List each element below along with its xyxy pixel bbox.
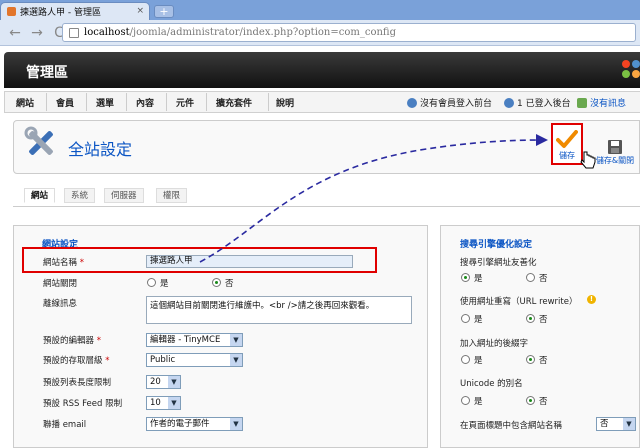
save-close-label: 儲存&關閉 [595,156,635,165]
joomla-favicon-icon [7,7,16,16]
menu-extensions[interactable]: 擴充套件 [216,96,252,109]
menu-divider [268,93,269,111]
url-path: /joomla/administrator/index.php?option=c… [129,27,396,38]
menu-components[interactable]: 元件 [176,96,194,109]
tab-permissions[interactable]: 權限 [156,188,188,203]
rewrite-no-radio[interactable] [526,314,535,323]
sef-no-radio[interactable] [526,273,535,282]
sitename-title-label: 在頁面標題中包含網站名稱 [460,421,563,431]
chevron-down-icon: ▼ [230,418,242,430]
tab-site[interactable]: 網站 [24,188,56,203]
save-button[interactable]: 儲存 [551,123,583,165]
rewrite-label: 使用網址重寫（URL rewrite） [460,297,578,307]
sef-yes-radio[interactable] [461,273,470,282]
site-offline-yes-radio[interactable] [147,278,156,287]
page-title: 全站設定 [68,140,133,159]
yes-label: 是 [474,356,483,366]
page-icon [69,27,79,38]
sitename-title-select[interactable]: 否 ▼ [596,417,636,431]
no-label: 否 [539,315,548,325]
checkmark-icon [556,130,578,148]
access-label: 預設的存取層級 * [43,356,110,366]
offline-message-label: 離線訊息 [43,299,78,309]
tab-title: 揀選路人甲 - 管理區 [20,8,101,18]
messages-status[interactable]: 沒有訊息 [577,96,626,109]
menu-menus[interactable]: 選單 [96,96,114,109]
menu-content[interactable]: 內容 [136,96,154,109]
menu-users[interactable]: 會員 [56,96,74,109]
feed-email-label: 聯播 email [43,420,87,430]
no-label: 否 [539,397,548,407]
menu-site[interactable]: 網站 [16,96,34,109]
no-label: 否 [225,279,234,289]
new-tab-button[interactable]: + [154,5,174,18]
offline-message-textarea[interactable]: 這個網站目前關閉進行維護中。<br />請之後再回來觀看。 [146,296,412,324]
rewrite-yes-radio[interactable] [461,314,470,323]
forward-icon[interactable]: → [30,25,44,41]
chevron-down-icon: ▼ [168,397,180,409]
save-label: 儲存 [559,151,575,160]
feed-limit-select[interactable]: 10 ▼ [146,396,181,410]
list-limit-label: 預設列表長度限制 [43,378,112,388]
tab-close-icon[interactable]: × [136,6,144,16]
suffix-label: 加入網址的後綴字 [460,339,529,349]
admin-header [4,52,640,88]
browser-nav-bar: ← → C localhost/joomla/administrator/ind… [0,20,640,46]
yes-label: 是 [474,274,483,284]
tab-system[interactable]: 系統 [64,188,96,203]
menu-divider [166,93,167,111]
chevron-down-icon: ▼ [623,418,635,430]
user-icon [504,97,514,108]
backend-users-status: 1 已登入後台 [504,96,571,109]
unicode-yes-radio[interactable] [461,396,470,405]
menu-divider [126,93,127,111]
site-offline-label: 網站關閉 [43,279,78,289]
list-limit-select[interactable]: 20 ▼ [146,375,181,389]
unicode-no-radio[interactable] [526,396,535,405]
yes-label: 是 [160,279,169,289]
url-host: localhost [84,27,130,38]
suffix-yes-radio[interactable] [461,355,470,364]
tab-server[interactable]: 伺服器 [104,188,144,203]
floppy-disk-icon [608,140,622,154]
save-close-button[interactable]: 儲存&關閉 [590,126,640,166]
site-name-label: 網站名稱 * [43,258,84,268]
menu-divider [46,93,47,111]
no-label: 否 [539,274,548,284]
address-bar[interactable]: localhost/joomla/administrator/index.php… [62,23,636,42]
browser-tab[interactable]: 揀選路人甲 - 管理區 × [0,2,150,20]
site-offline-no-radio[interactable] [212,278,221,287]
yes-label: 是 [474,315,483,325]
unicode-label: Unicode 的別名 [460,379,523,389]
chevron-down-icon: ▼ [230,354,242,366]
messages-icon [577,97,587,108]
back-icon[interactable]: ← [8,25,22,41]
users-icon [407,97,417,108]
seo-settings-legend: 搜尋引擎優化設定 [460,240,533,250]
joomla-logo-icon [622,60,640,78]
frontend-users-status: 沒有會員登入前台 [407,96,492,109]
editor-label: 預設的編輯器 * [43,336,101,346]
menu-divider [86,93,87,111]
chevron-down-icon: ▼ [230,334,242,346]
editor-select[interactable]: 編輯器 - TinyMCE ▼ [146,333,243,347]
feed-limit-label: 預設 RSS Feed 限制 [43,399,123,409]
menu-divider [206,93,207,111]
no-label: 否 [539,356,548,366]
site-name-input[interactable]: 揀選路人甲 [146,255,353,268]
info-icon[interactable]: ! [587,295,596,304]
admin-title: 管理區 [26,65,68,81]
feed-email-select[interactable]: 作者的電子郵件 ▼ [146,417,243,431]
tools-icon [24,126,53,155]
access-select[interactable]: Public ▼ [146,353,243,367]
chevron-down-icon: ▼ [168,376,180,388]
suffix-no-radio[interactable] [526,355,535,364]
yes-label: 是 [474,397,483,407]
sef-label: 搜尋引擎網址友善化 [460,258,537,268]
menu-help[interactable]: 說明 [276,96,294,109]
